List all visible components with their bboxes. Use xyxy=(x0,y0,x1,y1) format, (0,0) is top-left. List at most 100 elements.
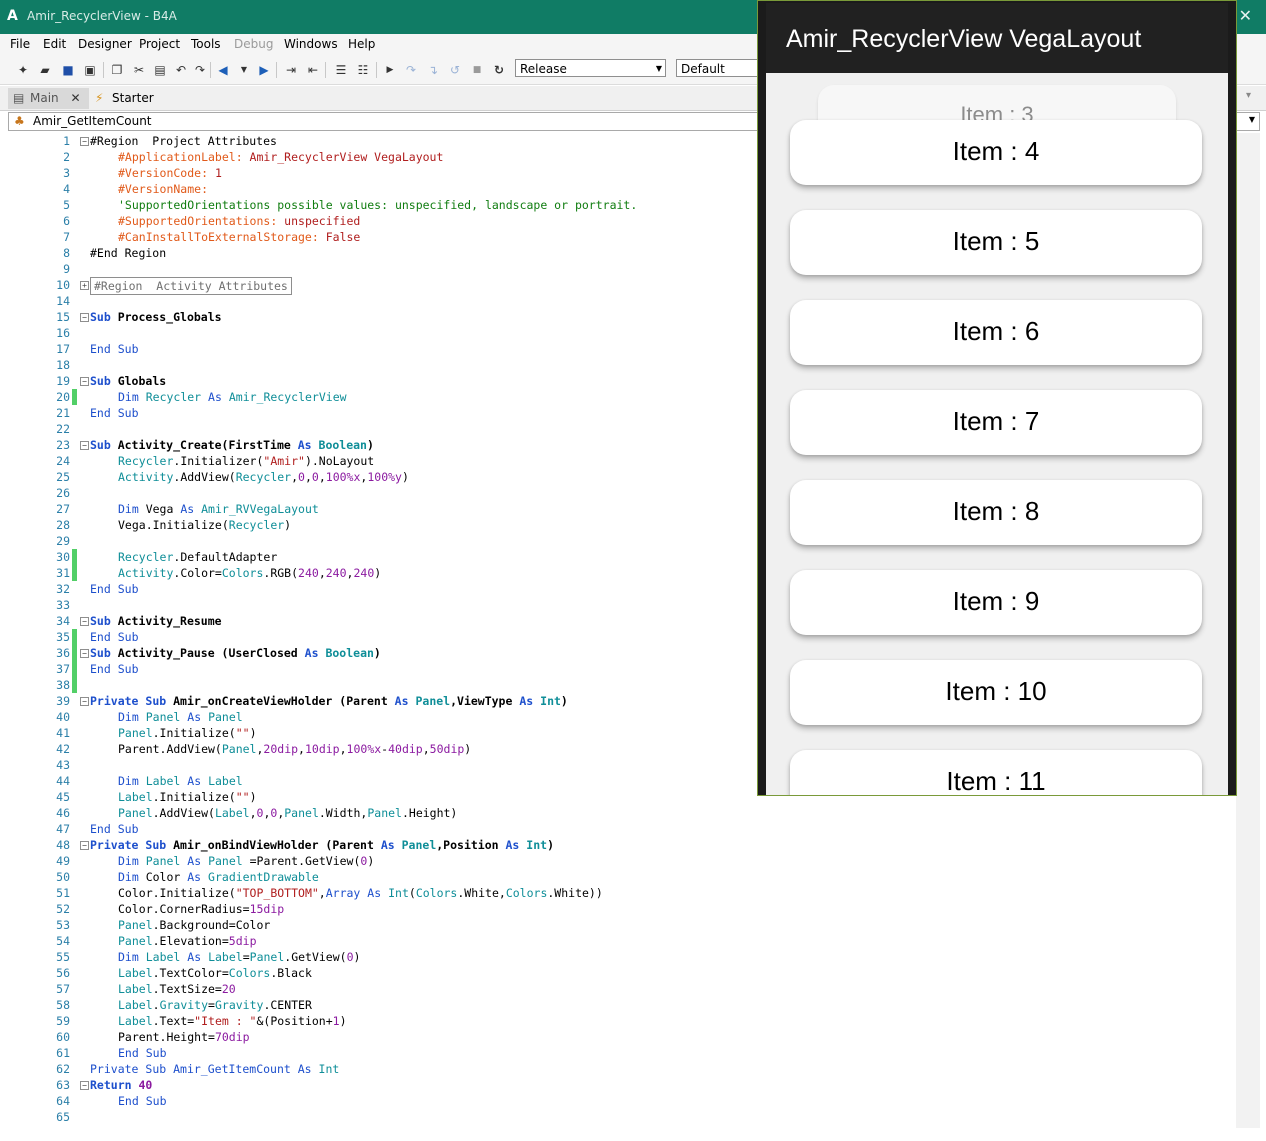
toolbar-separator xyxy=(210,62,211,78)
outdent-icon[interactable]: ⇤ xyxy=(305,62,321,78)
list-item[interactable]: Item : 7 xyxy=(790,390,1202,455)
uncomment-block-icon[interactable]: ☷ xyxy=(355,62,371,78)
device-configuration-select[interactable]: Default xyxy=(676,59,758,77)
change-marker xyxy=(72,661,77,677)
code-line: 46 Panel.AddView(Label,0,0,Panel.Width,Pa… xyxy=(56,806,458,820)
fold-minus-icon[interactable]: − xyxy=(80,137,89,146)
indent-icon[interactable]: ⇥ xyxy=(283,62,299,78)
paste-icon[interactable]: ▤ xyxy=(152,62,168,78)
menu-windows[interactable]: Windows xyxy=(284,37,338,51)
list-item[interactable]: Item : 8 xyxy=(790,480,1202,545)
toolbar-separator xyxy=(103,62,104,78)
editor-vertical-scrollbar[interactable] xyxy=(1236,133,1260,1128)
fold-minus-icon[interactable]: − xyxy=(80,377,89,386)
navigate-back-icon[interactable]: ◀ xyxy=(215,62,231,78)
fold-minus-icon[interactable]: − xyxy=(80,441,89,450)
code-line: 47 End Sub xyxy=(56,822,139,836)
toolbar-separator xyxy=(325,62,326,78)
copy-icon[interactable]: ❐ xyxy=(109,62,125,78)
b4a-app-icon: A xyxy=(7,8,18,24)
code-line: 60 Parent.Height=70dip xyxy=(56,1030,250,1044)
stop-icon[interactable]: ■ xyxy=(469,62,485,78)
change-marker xyxy=(72,677,77,693)
change-marker xyxy=(72,645,77,661)
fold-minus-icon[interactable]: − xyxy=(80,313,89,322)
fold-minus-icon[interactable]: − xyxy=(80,841,89,850)
step-over-icon[interactable]: ↷ xyxy=(403,62,419,78)
list-item[interactable]: Item : 11 xyxy=(790,750,1202,795)
code-line: 53 Panel.Background=Color xyxy=(56,918,271,932)
code-line: 52 Color.CornerRadius=15dip xyxy=(56,902,285,916)
navigate-back-dropdown-icon[interactable]: ▼ xyxy=(236,62,252,78)
list-item[interactable]: Item : 6 xyxy=(790,300,1202,365)
change-marker xyxy=(72,565,77,581)
tab-main[interactable]: ▤ Main ✕ xyxy=(8,88,89,109)
code-module-icon: ▤ xyxy=(13,91,25,105)
app-title: Amir_RecyclerView VegaLayout xyxy=(786,25,1142,53)
run-icon[interactable]: ▶ xyxy=(382,62,398,78)
menu-project[interactable]: Project xyxy=(139,37,180,51)
restart-icon[interactable]: ↻ xyxy=(491,62,507,78)
toolbar-separator xyxy=(276,62,277,78)
list-item[interactable]: Item : 5 xyxy=(790,210,1202,275)
cut-icon[interactable]: ✂ xyxy=(131,62,147,78)
code-line: 62 Private Sub Amir_GetItemCount As Int xyxy=(56,1062,340,1076)
code-line: 64 End Sub xyxy=(56,1094,167,1108)
list-item[interactable]: Item : 4 xyxy=(790,120,1202,185)
chevron-down-icon: ▼ xyxy=(655,64,662,73)
open-folder-icon[interactable]: ▰ xyxy=(37,62,53,78)
list-item[interactable]: Item : 9 xyxy=(790,570,1202,635)
code-line: 54 Panel.Elevation=5dip xyxy=(56,934,257,948)
code-line: 57 Label.TextSize=20 xyxy=(56,982,236,996)
comment-block-icon[interactable]: ☰ xyxy=(333,62,349,78)
menu-debug[interactable]: Debug xyxy=(234,37,273,51)
android-emulator-window: Amir_RecyclerView VegaLayout Item : 3 It… xyxy=(757,0,1237,796)
fold-plus-icon[interactable]: + xyxy=(80,281,89,290)
tab-close-icon[interactable]: ✕ xyxy=(70,91,80,105)
save-all-icon[interactable]: ▣ xyxy=(82,62,98,78)
tab-dropdown-icon[interactable]: ▾ xyxy=(1246,90,1251,101)
close-window-icon[interactable]: ✕ xyxy=(1239,6,1252,25)
sub-selector-value: Amir_GetItemCount xyxy=(33,114,152,128)
build-configuration-select[interactable]: Release ▼ xyxy=(515,59,666,77)
code-line: 48− Private Sub Amir_onBindViewHolder (Pa… xyxy=(56,838,555,852)
app-action-bar: Amir_RecyclerView VegaLayout xyxy=(766,3,1228,73)
code-line: 51 Color.Initialize("TOP_BOTTOM",Array As… xyxy=(56,886,603,900)
tab-starter-label: Starter xyxy=(112,91,154,105)
step-out-icon[interactable]: ↺ xyxy=(447,62,463,78)
menu-tools[interactable]: Tools xyxy=(191,37,221,51)
undo-icon[interactable]: ↶ xyxy=(173,62,189,78)
step-in-icon[interactable]: ↴ xyxy=(425,62,441,78)
fold-minus-icon[interactable]: − xyxy=(80,1081,89,1090)
sub-icon: ♣ xyxy=(14,114,25,128)
menu-file[interactable]: File xyxy=(10,37,30,51)
code-line: 59 Label.Text="Item : "&(Position+1) xyxy=(56,1014,347,1028)
menu-help[interactable]: Help xyxy=(348,37,375,51)
code-line: 61 End Sub xyxy=(56,1046,167,1060)
list-item[interactable]: Item : 10 xyxy=(790,660,1202,725)
code-line: 50 Dim Color As GradientDrawable xyxy=(56,870,319,884)
build-configuration-value: Release xyxy=(520,62,567,76)
fold-minus-icon[interactable]: − xyxy=(80,649,89,658)
fold-minus-icon[interactable]: − xyxy=(80,617,89,626)
code-line: 56 Label.TextColor=Colors.Black xyxy=(56,966,312,980)
code-line: 65 xyxy=(56,1110,70,1124)
navigate-forward-icon[interactable]: ▶ xyxy=(256,62,272,78)
save-icon[interactable]: ■ xyxy=(60,62,76,78)
change-marker xyxy=(72,629,77,645)
menu-edit[interactable]: Edit xyxy=(43,37,66,51)
recycler-view[interactable]: Item : 3 Item : 4 Item : 5 Item : 6 Item… xyxy=(766,73,1228,795)
code-line: 49 Dim Panel As Panel =Parent.GetView(0) xyxy=(56,854,375,868)
fold-minus-icon[interactable]: − xyxy=(80,697,89,706)
tab-starter[interactable]: ⚡ Starter xyxy=(90,88,162,109)
device-configuration-value: Default xyxy=(681,62,725,76)
tab-main-label: Main xyxy=(30,91,59,105)
menu-designer[interactable]: Designer xyxy=(78,37,132,51)
chevron-down-icon: ▼ xyxy=(1248,115,1255,124)
code-line: 58 Label.Gravity=Gravity.CENTER xyxy=(56,998,312,1012)
window-title: Amir_RecyclerView - B4A xyxy=(27,9,177,23)
redo-icon[interactable]: ↷ xyxy=(192,62,208,78)
service-module-icon: ⚡ xyxy=(95,91,104,105)
new-file-icon[interactable]: ✦ xyxy=(15,62,31,78)
